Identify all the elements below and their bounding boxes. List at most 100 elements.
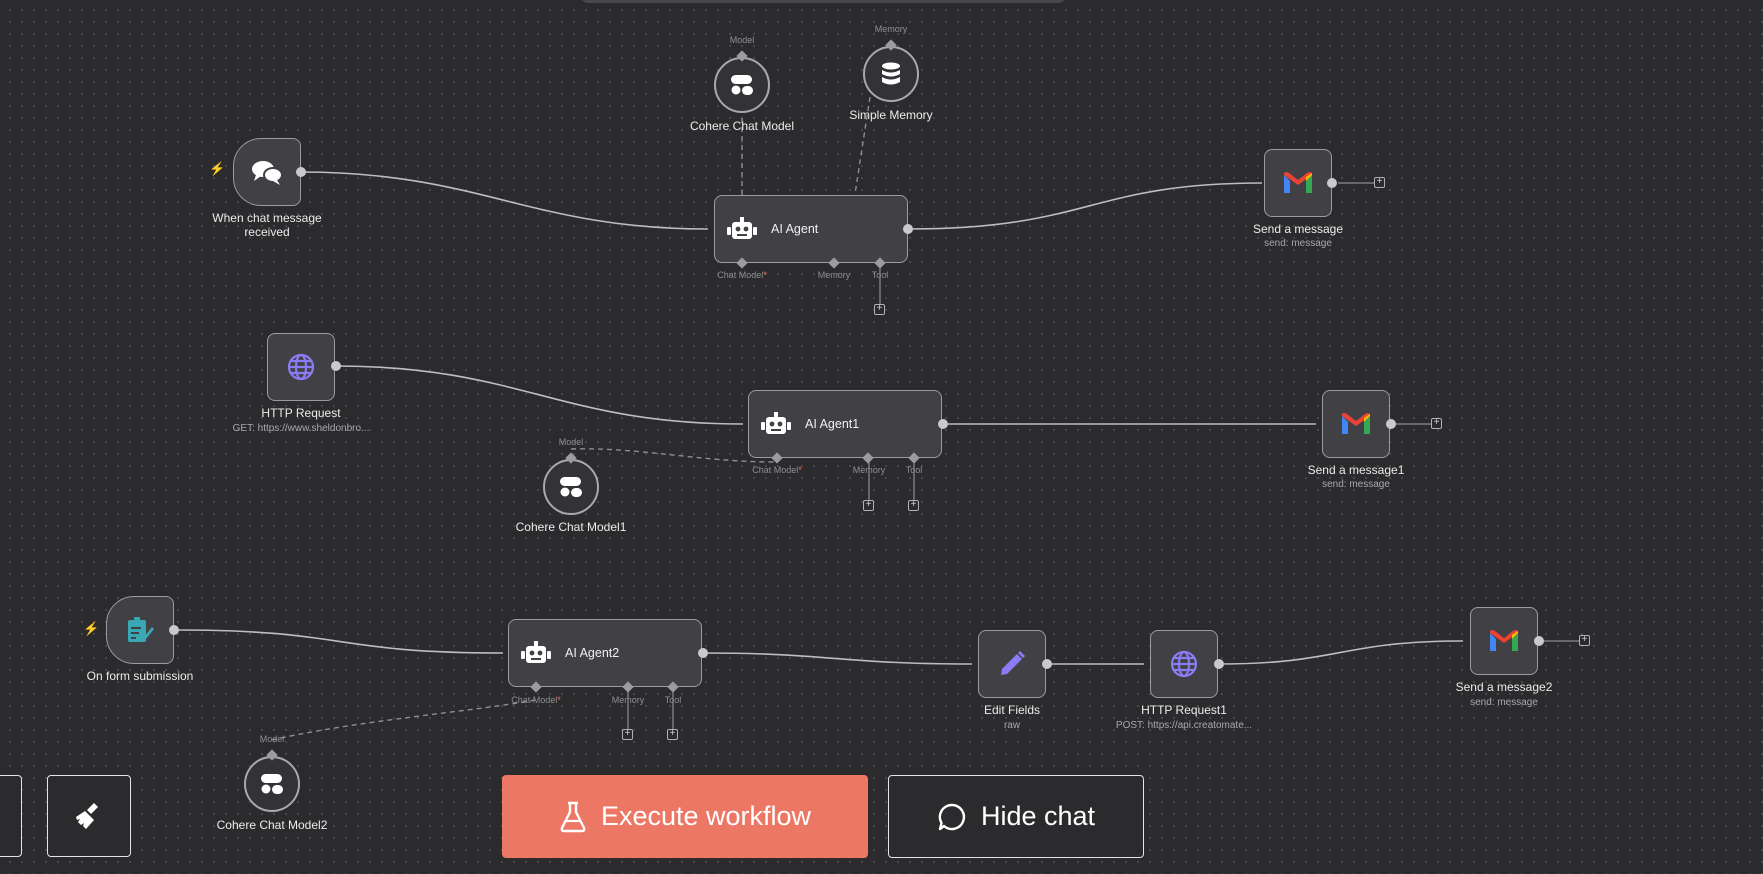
node-form-trigger[interactable]	[106, 596, 174, 664]
chat-bubble-icon	[938, 803, 966, 830]
pencil-icon	[1001, 651, 1025, 675]
hide-chat-label: Hide chat	[980, 801, 1096, 831]
node-ai-agent2[interactable]: AI Agent2	[508, 619, 702, 687]
node-label: Send a message1	[1307, 463, 1405, 477]
trigger-bolt-icon: ⚡	[209, 161, 226, 176]
node-label: Send a message	[1252, 222, 1344, 236]
node-cohere2[interactable]	[244, 756, 300, 812]
wire-http-to-agent1	[335, 365, 744, 425]
wire-http1-to-send2	[1218, 640, 1464, 665]
add-memory-button[interactable]: +	[863, 500, 874, 511]
flask-icon	[560, 801, 586, 832]
port-label: Model	[259, 734, 285, 744]
wire-agent2-to-edit	[702, 652, 973, 665]
output-port[interactable]	[296, 167, 306, 177]
node-http-request[interactable]	[267, 333, 335, 401]
port-label: Chat Model*	[717, 270, 767, 280]
port-label: Memory	[852, 465, 886, 475]
trigger-bolt-icon: ⚡	[83, 621, 100, 636]
globe-icon	[1170, 650, 1198, 678]
node-subtitle: GET: https://www.sheldonbro...	[232, 423, 370, 434]
add-memory-button[interactable]: +	[622, 729, 633, 740]
wire-form-to-agent2	[175, 629, 504, 654]
output-port[interactable]	[169, 625, 179, 635]
output-port[interactable]	[698, 648, 708, 658]
port-label: Memory	[874, 24, 908, 34]
node-chat-trigger[interactable]	[233, 138, 301, 206]
node-http-request1[interactable]	[1150, 630, 1218, 698]
form-icon	[128, 617, 154, 642]
node-label: Cohere Chat Model2	[216, 818, 328, 832]
node-cohere1[interactable]	[543, 459, 599, 515]
port-label: Chat Model*	[752, 465, 802, 475]
node-subtitle: send: message	[1322, 479, 1390, 490]
output-port[interactable]	[903, 224, 913, 234]
output-port[interactable]	[1327, 178, 1337, 188]
node-send-message1[interactable]	[1322, 390, 1390, 458]
broom-icon	[76, 803, 98, 829]
cohere-icon	[560, 477, 582, 497]
port-label: Model	[558, 437, 584, 447]
node-ai-agent[interactable]: AI Agent	[714, 195, 908, 263]
wire-cohere2-agent2	[271, 699, 536, 741]
node-label: AI Agent2	[565, 646, 620, 660]
wire-cohere1-agent1	[570, 448, 776, 463]
port-label: Chat Model*	[511, 695, 561, 705]
node-subtitle: send: message	[1470, 697, 1538, 708]
cohere-icon	[261, 774, 283, 794]
port-label: Tool	[664, 695, 682, 705]
port-label: Memory	[611, 695, 645, 705]
gmail-icon	[1284, 172, 1312, 193]
port-label: Memory	[817, 270, 851, 280]
node-label: AI Agent1	[805, 417, 860, 431]
execute-label: Execute workflow	[600, 801, 812, 831]
node-ai-agent1[interactable]: AI Agent1	[748, 390, 942, 458]
add-node-button[interactable]: +	[1431, 418, 1442, 429]
cohere-icon	[731, 75, 753, 95]
node-subtitle: POST: https://api.creatomate...	[1115, 720, 1253, 731]
node-label: Cohere Chat Model1	[515, 520, 627, 534]
node-label: When chat message received	[212, 211, 322, 239]
add-tool-button[interactable]: +	[874, 304, 885, 315]
output-port[interactable]	[1042, 659, 1052, 669]
gmail-icon	[1342, 413, 1370, 434]
node-edit-fields[interactable]	[978, 630, 1046, 698]
output-port[interactable]	[1214, 659, 1224, 669]
partial-toolbar-button[interactable]	[0, 775, 22, 857]
output-port[interactable]	[1534, 636, 1544, 646]
output-port[interactable]	[331, 361, 341, 371]
add-node-button[interactable]: +	[1374, 177, 1385, 188]
robot-icon	[521, 641, 551, 663]
add-tool-button[interactable]: +	[667, 729, 678, 740]
node-label: HTTP Request	[261, 406, 341, 420]
hide-chat-button[interactable]: Hide chat	[888, 775, 1144, 858]
node-label: AI Agent	[771, 222, 819, 236]
node-send-message2[interactable]	[1470, 607, 1538, 675]
gmail-icon	[1490, 630, 1518, 651]
robot-icon	[727, 217, 757, 239]
execute-workflow-button[interactable]: Execute workflow	[502, 775, 868, 858]
node-label: HTTP Request1	[1141, 703, 1227, 717]
node-label: Edit Fields	[983, 703, 1041, 717]
database-icon	[882, 62, 900, 85]
clear-execution-button[interactable]	[47, 775, 131, 857]
node-cohere[interactable]	[714, 57, 770, 113]
output-port[interactable]	[938, 419, 948, 429]
wire-agent-to-send	[908, 182, 1263, 230]
robot-icon	[761, 412, 791, 434]
chat-bubbles-icon	[252, 161, 283, 185]
node-label: Cohere Chat Model	[689, 119, 795, 133]
port-label: Tool	[905, 465, 923, 475]
node-send-message[interactable]	[1264, 149, 1332, 217]
add-node-button[interactable]: +	[1579, 635, 1590, 646]
add-tool-button[interactable]: +	[908, 500, 919, 511]
node-label: Simple Memory	[849, 108, 933, 122]
output-port[interactable]	[1386, 419, 1396, 429]
port-label: Model	[729, 35, 755, 45]
node-label: Send a message2	[1455, 680, 1553, 694]
wire-chat-to-agent	[300, 171, 709, 230]
globe-icon	[287, 353, 315, 381]
node-subtitle: raw	[1003, 720, 1021, 731]
node-memory[interactable]	[863, 46, 919, 102]
node-label: On form submission	[86, 669, 194, 683]
